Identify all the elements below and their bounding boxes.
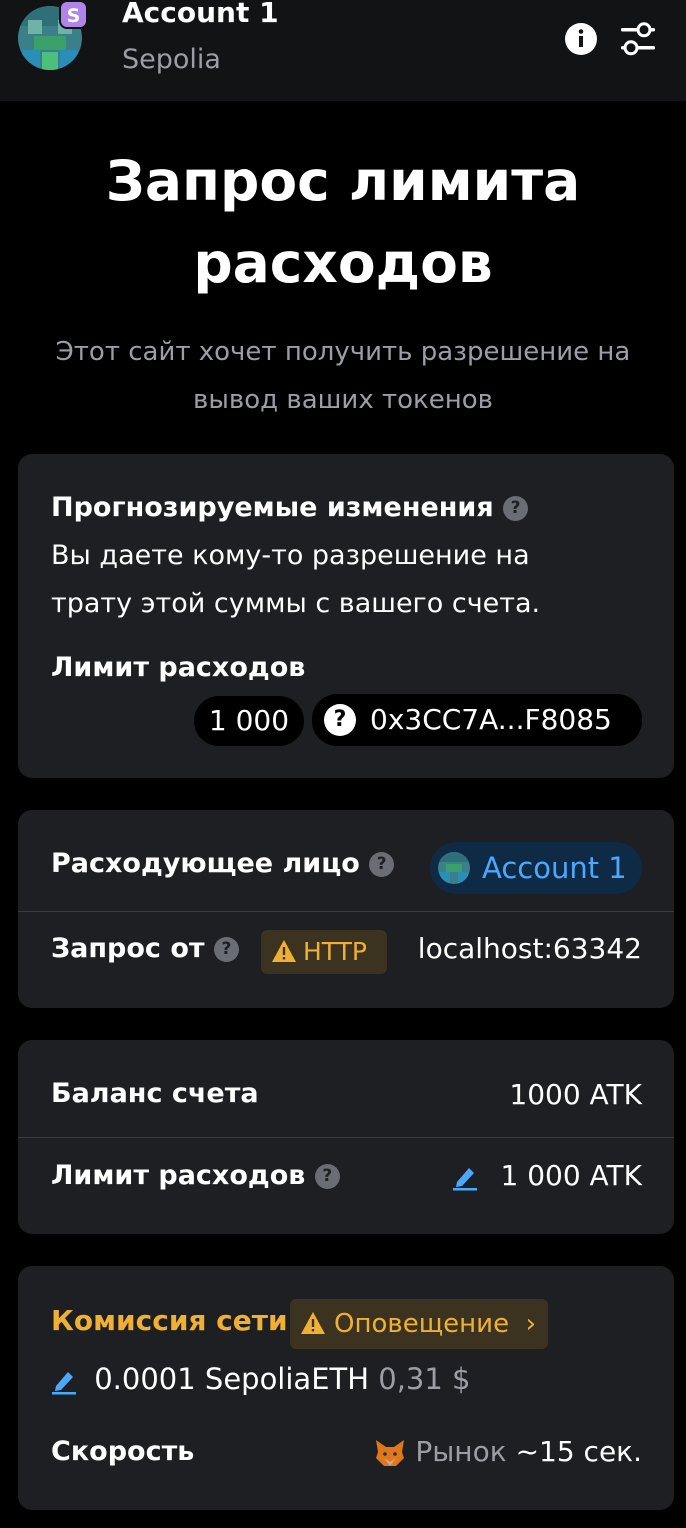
speed-label: Скорость <box>51 1436 195 1467</box>
estimated-changes-description-2: трату этой суммы с вашего счета. <box>51 588 541 619</box>
spender-account-pill[interactable]: Account 1 <box>430 842 642 894</box>
request-origin: localhost:63342 <box>417 932 642 965</box>
question-icon[interactable]: ? <box>314 1164 340 1189</box>
estimated-changes-heading-text: Прогнозируемые изменения <box>51 492 494 523</box>
speed-time: ~15 сек. <box>515 1435 642 1468</box>
spending-limit-amount: 1 000 ATK <box>500 1159 642 1192</box>
balance-card: Баланс счета 1000 ATK Лимит расходов ? 1… <box>18 1040 674 1234</box>
info-icon[interactable] <box>564 22 598 56</box>
http-label: HTTP <box>303 937 367 966</box>
request-from-label: Запрос от ? <box>51 933 239 964</box>
network-name[interactable]: Sepolia <box>122 44 221 75</box>
spender-avatar <box>438 852 470 884</box>
warning-icon <box>301 1312 325 1334</box>
page-subtitle: Этот сайт хочет получить разрешение на в… <box>55 337 631 415</box>
spender-card: Расходующее лицо ? Account 1 Запрос от ?… <box>18 810 674 1008</box>
divider <box>18 911 674 912</box>
account-name[interactable]: Account 1 <box>122 0 279 29</box>
spender-label: Расходующее лицо ? <box>51 848 395 879</box>
speed-mode: Рынок <box>415 1435 507 1468</box>
account-balance-value: 1000 ATK <box>509 1078 642 1111</box>
warning-icon <box>272 940 296 962</box>
chevron-right-icon: › <box>525 1309 536 1339</box>
token-address[interactable]: 0x3CC7A...F8085 <box>370 703 612 736</box>
spending-limit-row-label-text: Лимит расходов <box>51 1160 306 1191</box>
account-balance-label: Баланс счета <box>51 1078 259 1109</box>
spender-account-name[interactable]: Account 1 <box>482 851 627 885</box>
settings-sliders-icon[interactable] <box>619 20 657 58</box>
fee-amount-line: 0.0001 SepoliaETH 0,31 $ <box>51 1362 471 1396</box>
estimated-changes-description-1: Вы даете кому-то разрешение на <box>51 540 530 571</box>
estimated-changes-heading: Прогнозируемые изменения ? <box>51 492 529 523</box>
fee-fiat: 0,31 $ <box>378 1362 471 1396</box>
question-icon[interactable]: ? <box>369 852 395 877</box>
network-fee-label: Комиссия сети <box>51 1304 288 1337</box>
spending-limit-label: Лимит расходов <box>51 652 306 683</box>
estimated-changes-card: Прогнозируемые изменения ? Вы даете кому… <box>18 454 674 778</box>
edit-icon[interactable] <box>51 1367 77 1395</box>
fee-amount: 0.0001 SepoliaETH <box>94 1362 370 1396</box>
question-icon[interactable]: ? <box>213 937 239 962</box>
page-title: Запрос лимита расходов <box>105 149 581 295</box>
spending-amount-pill: 1 000 <box>194 696 304 746</box>
unknown-token-icon: ? <box>324 704 356 736</box>
header: S Account 1 Sepolia <box>0 0 686 101</box>
spender-label-text: Расходующее лицо <box>51 848 360 879</box>
speed-value[interactable]: Рынок ~15 сек. <box>374 1435 642 1468</box>
question-icon[interactable]: ? <box>503 496 529 521</box>
spending-limit-value: 1 000 ATK <box>452 1159 642 1192</box>
network-badge: S <box>59 0 88 29</box>
token-address-pill[interactable]: ? 0x3CC7A...F8085 <box>312 694 642 746</box>
divider <box>18 1137 674 1138</box>
request-from-label-text: Запрос от <box>51 933 205 964</box>
fee-alert-label: Оповещение <box>334 1309 510 1339</box>
fox-icon <box>376 1440 405 1466</box>
spending-limit-row-label: Лимит расходов ? <box>51 1160 340 1191</box>
fee-alert-badge[interactable]: Оповещение › <box>290 1299 548 1349</box>
network-fee-card: Комиссия сети Оповещение › 0.0001 Sepoli… <box>18 1266 674 1510</box>
edit-icon[interactable] <box>452 1163 478 1191</box>
http-warning-badge[interactable]: HTTP <box>261 930 387 974</box>
